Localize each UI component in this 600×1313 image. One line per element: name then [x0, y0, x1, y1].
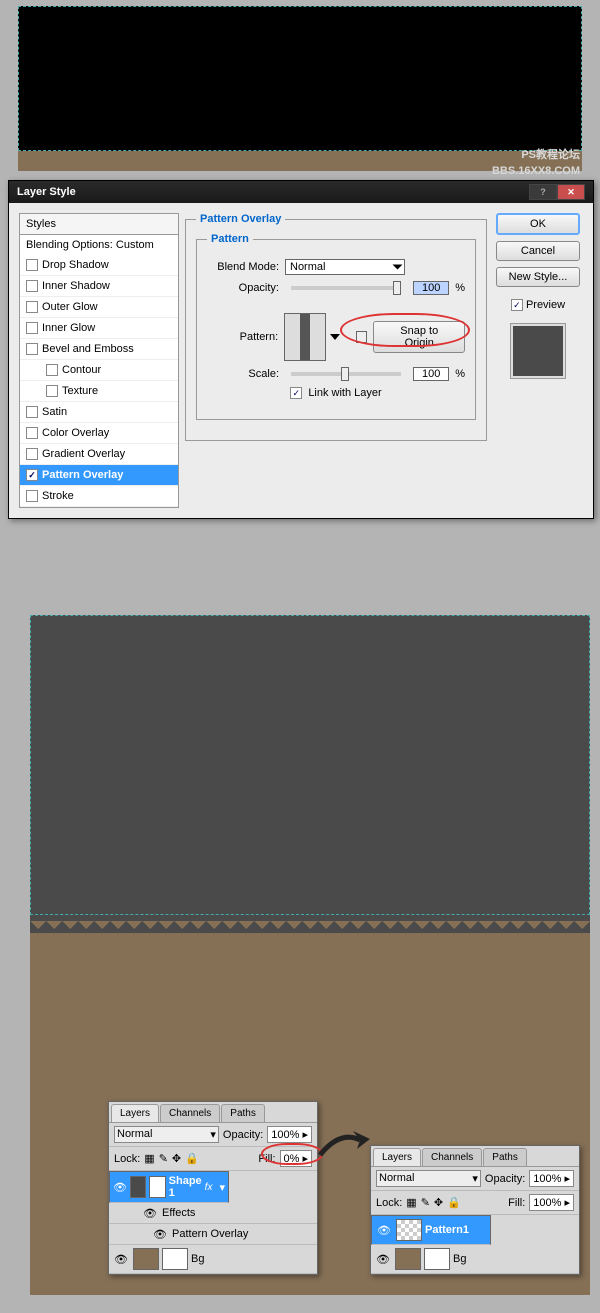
tab-paths[interactable]: Paths: [483, 1148, 527, 1166]
visibility-icon[interactable]: 👁: [374, 1252, 392, 1266]
visibility-icon[interactable]: 👁: [375, 1223, 393, 1237]
fx-badge[interactable]: fx: [205, 1182, 217, 1193]
pattern-overlay-effect[interactable]: 👁 Pattern Overlay: [109, 1224, 317, 1245]
visibility-icon[interactable]: 👁: [112, 1252, 130, 1266]
tab-layers[interactable]: Layers: [111, 1104, 159, 1122]
layer-bg[interactable]: 👁 Bg: [371, 1245, 579, 1274]
mask-thumb: [149, 1176, 165, 1198]
lock-all-icon[interactable]: 🔒: [447, 1196, 461, 1209]
mask-thumb: [162, 1248, 188, 1270]
layers-panel-2: Layers Channels Paths Normal▾ Opacity: 1…: [370, 1145, 580, 1275]
lock-position-icon[interactable]: ✥: [434, 1196, 443, 1209]
lock-transparency-icon[interactable]: ▦: [406, 1196, 416, 1209]
visibility-icon[interactable]: 👁: [151, 1227, 169, 1241]
lock-paint-icon[interactable]: ✎: [421, 1196, 430, 1209]
tab-channels[interactable]: Channels: [160, 1104, 220, 1122]
canvas-black-area: [18, 6, 582, 151]
effects-row[interactable]: 👁 Effects: [109, 1203, 317, 1224]
tab-layers[interactable]: Layers: [373, 1148, 421, 1166]
tab-paths[interactable]: Paths: [221, 1104, 265, 1122]
layer-shape1[interactable]: 👁 Shape 1 fx ▾: [109, 1171, 229, 1203]
opacity-field[interactable]: 100% ▸: [267, 1126, 312, 1143]
layer-thumb: [396, 1219, 422, 1241]
fill-field[interactable]: 100% ▸: [529, 1194, 574, 1211]
visibility-icon[interactable]: 👁: [113, 1180, 127, 1194]
layers-panel-1: Layers Channels Paths Normal▾ Opacity: 1…: [108, 1101, 318, 1275]
zigzag-edge: [30, 913, 590, 933]
arrow-icon: [315, 1125, 375, 1165]
fill-field[interactable]: 0% ▸: [280, 1150, 312, 1167]
layer-bg[interactable]: 👁 Bg: [109, 1245, 317, 1274]
layer-thumb: [130, 1176, 146, 1198]
watermark: PS教程论坛 BBS.16XX8.COM: [492, 147, 580, 179]
chevron-down-icon[interactable]: ▾: [219, 1181, 225, 1194]
tab-channels[interactable]: Channels: [422, 1148, 482, 1166]
lock-position-icon[interactable]: ✥: [172, 1152, 181, 1165]
opacity-field[interactable]: 100% ▸: [529, 1170, 574, 1187]
layer-pattern1[interactable]: 👁 Pattern1: [371, 1215, 491, 1245]
mask-thumb: [424, 1248, 450, 1270]
layer-thumb: [395, 1248, 421, 1270]
lock-all-icon[interactable]: 🔒: [185, 1152, 199, 1165]
canvas2-dark: [30, 615, 590, 915]
blend-mode-mini[interactable]: Normal▾: [114, 1126, 219, 1143]
layer-thumb: [133, 1248, 159, 1270]
visibility-icon[interactable]: 👁: [141, 1206, 159, 1220]
lock-paint-icon[interactable]: ✎: [159, 1152, 168, 1165]
blend-mode-mini[interactable]: Normal▾: [376, 1170, 481, 1187]
lock-transparency-icon[interactable]: ▦: [144, 1152, 154, 1165]
